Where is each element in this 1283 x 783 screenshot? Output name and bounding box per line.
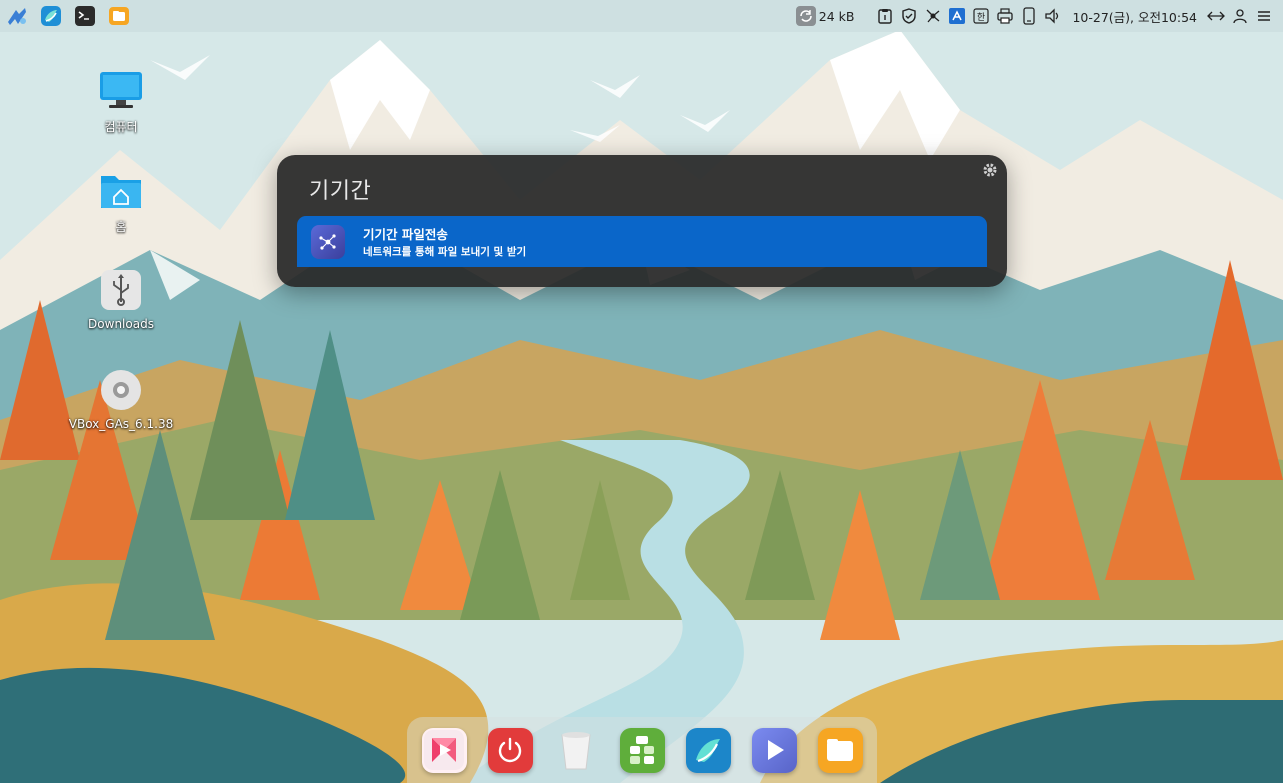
desktop-icon-label: 홈 (115, 220, 127, 234)
input-method-icon[interactable] (946, 5, 968, 27)
launcher-logo-icon[interactable] (4, 3, 30, 29)
files-icon[interactable] (106, 3, 132, 29)
desktop-icon-label: Downloads (88, 317, 154, 331)
search-result-item[interactable]: 기기간 파일전송 네트워크를 통해 파일 보내기 및 받기 (297, 216, 987, 267)
desktop-icon-downloads[interactable]: Downloads (66, 267, 176, 331)
keyboard-layout-icon[interactable]: 한 (970, 5, 992, 27)
desktop-wallpaper (0, 0, 1283, 783)
browser-icon[interactable] (685, 727, 731, 773)
device-connect-icon[interactable] (922, 5, 944, 27)
network-speed-indicator[interactable]: 24 kB (795, 6, 855, 26)
printer-icon[interactable] (994, 5, 1016, 27)
power-icon[interactable] (487, 727, 533, 773)
file-transfer-icon (311, 224, 345, 259)
menu-icon[interactable] (1253, 5, 1275, 27)
security-shield-icon[interactable] (898, 5, 920, 27)
user-icon[interactable] (1229, 5, 1251, 27)
files-icon[interactable] (817, 727, 863, 773)
usb-drive-icon (98, 267, 144, 313)
expand-arrows-icon[interactable] (1205, 5, 1227, 27)
cd-disc-icon (98, 367, 144, 413)
desktop-icon-label: 컴퓨터 (104, 120, 138, 134)
dock (407, 717, 877, 783)
desktop-icon-computer[interactable]: 컴퓨터 (66, 68, 176, 135)
media-player-icon[interactable] (421, 727, 467, 773)
trash-icon[interactable] (554, 728, 599, 773)
panel-app-launchers (0, 3, 132, 29)
software-center-icon[interactable] (619, 727, 665, 773)
settings-gear-icon[interactable] (981, 161, 999, 179)
terminal-icon[interactable] (72, 3, 98, 29)
search-input[interactable]: 기기간 (309, 173, 371, 205)
search-result-title: 기기간 파일전송 (363, 227, 448, 242)
browser-icon[interactable] (38, 3, 64, 29)
home-folder-icon (98, 168, 144, 214)
volume-icon[interactable] (1042, 5, 1064, 27)
desktop-icon-label: VBox_GAs_6.1.38 (68, 417, 174, 431)
video-player-icon[interactable] (751, 727, 797, 773)
refresh-icon (795, 6, 816, 26)
svg-text:한: 한 (977, 12, 985, 23)
network-speed-text: 24 kB (818, 8, 855, 24)
clock[interactable]: 10-27(금), 오전10:54 (1072, 7, 1197, 26)
clipboard-icon[interactable] (874, 5, 896, 27)
search-result-text: 기기간 파일전송 네트워크를 통해 파일 보내기 및 받기 (363, 224, 526, 259)
computer-icon (98, 68, 144, 114)
search-result-subtitle: 네트워크를 통해 파일 보내기 및 받기 (363, 246, 527, 258)
desktop-icon-vbox-disc[interactable]: VBox_GAs_6.1.38 (66, 367, 176, 431)
system-tray: 24 kB 한 10-27(금), 오전10:54 (795, 0, 1283, 32)
phone-icon[interactable] (1018, 5, 1040, 27)
search-launcher: 기기간 기기간 파일전송 네트워크를 통해 파일 보내기 및 받기 (277, 155, 1007, 287)
top-panel: 24 kB 한 10-27(금), 오전10:54 (0, 0, 1283, 32)
desktop-icon-home[interactable]: 홈 (66, 168, 176, 235)
